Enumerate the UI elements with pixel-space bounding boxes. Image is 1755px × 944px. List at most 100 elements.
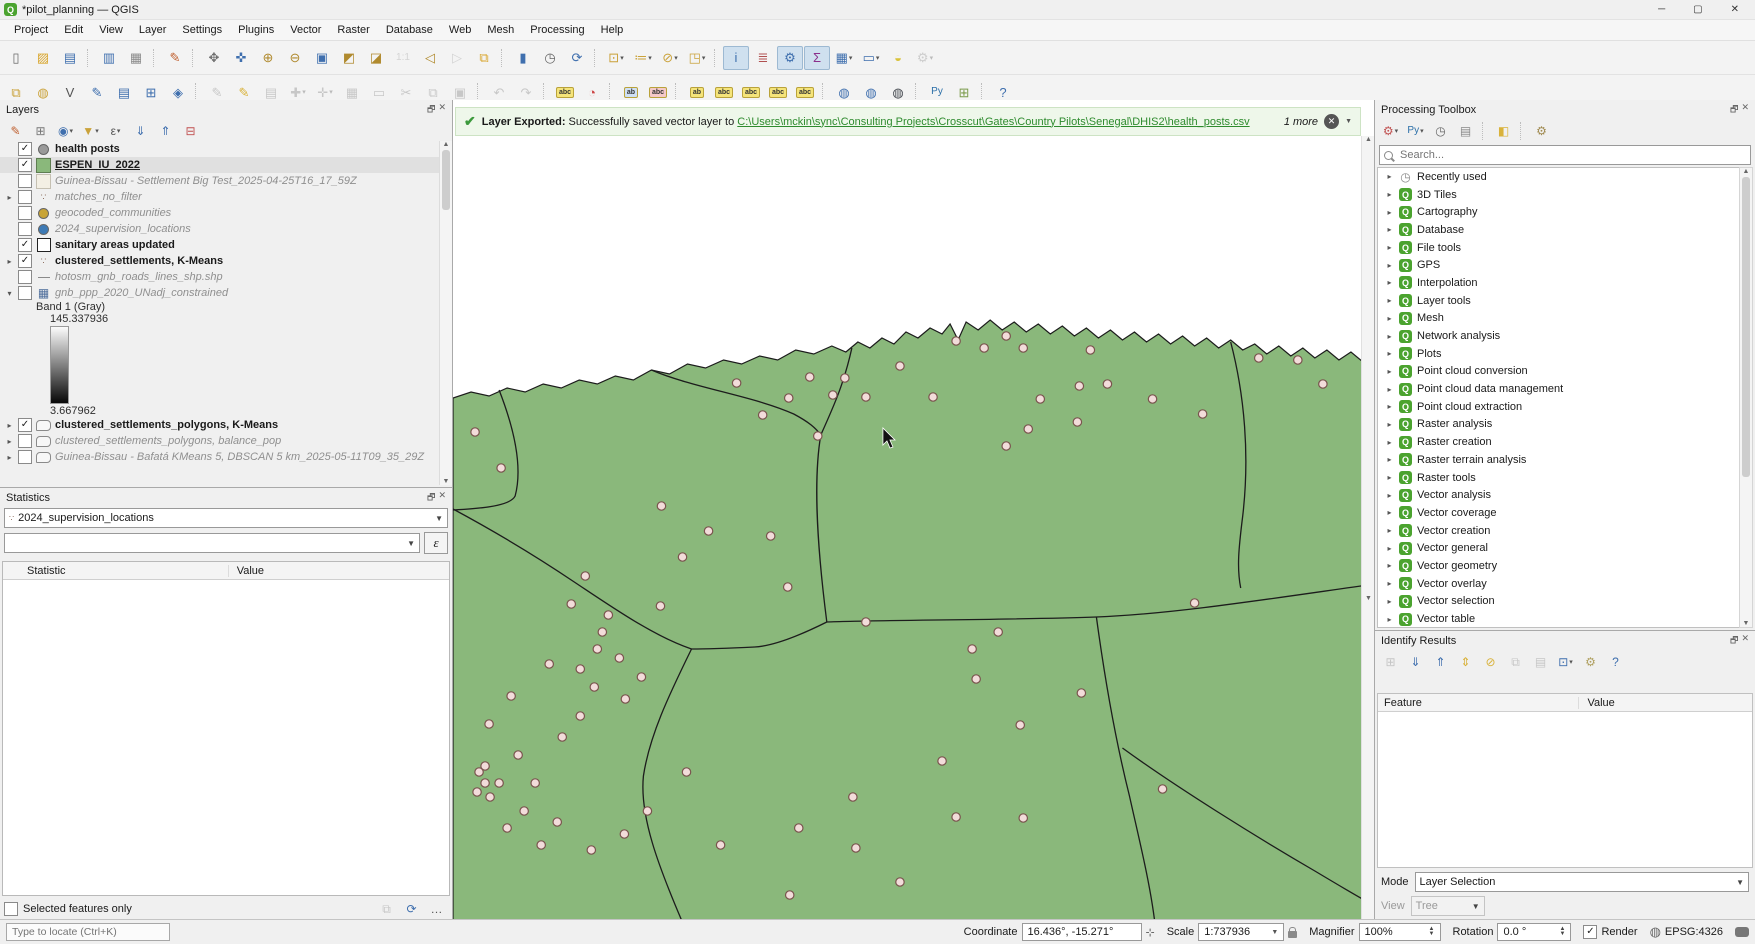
scroll-down-icon[interactable]: ▼ <box>1365 595 1372 602</box>
map-point[interactable] <box>614 653 625 663</box>
map-point[interactable] <box>937 756 947 766</box>
expand-arrow-icon[interactable]: ▸ <box>1385 544 1394 553</box>
map-point[interactable] <box>1018 813 1029 823</box>
layer-row[interactable]: Guinea-Bissau - Settlement Big Test_2025… <box>0 173 440 189</box>
remove-layer-button[interactable]: ⊟ <box>179 121 202 142</box>
processing-search[interactable] <box>1379 145 1751 165</box>
map-point[interactable] <box>928 392 938 402</box>
feature-column-header[interactable]: Feature <box>1378 696 1580 709</box>
expand-arrow-icon[interactable]: ▸ <box>1385 420 1394 429</box>
expand-arrow-icon[interactable]: ▸ <box>1385 367 1394 376</box>
map-point[interactable] <box>757 410 768 420</box>
layer-visibility-checkbox[interactable]: ✓ <box>18 142 32 156</box>
map-point[interactable] <box>840 373 850 383</box>
layer-visibility-checkbox[interactable] <box>18 286 32 300</box>
map-point[interactable] <box>1035 394 1046 404</box>
collapse-all-button[interactable]: ⇑ <box>154 121 177 142</box>
epsg-label[interactable]: EPSG:4326 <box>1665 926 1723 938</box>
map-point[interactable] <box>681 767 692 777</box>
map-point[interactable] <box>1157 784 1168 794</box>
message-dropdown-icon[interactable]: ▼ <box>1345 118 1352 125</box>
measure-button[interactable]: ▭ ▾ <box>858 46 884 70</box>
map-point[interactable] <box>655 601 666 611</box>
map-point[interactable] <box>1023 424 1034 434</box>
float-panel-icon[interactable]: 🗗 <box>427 490 435 506</box>
toolbox-category-vector-table[interactable]: ▸ Q Vector table <box>1378 610 1740 627</box>
layer-row[interactable]: ▾ ▦ gnb_ppp_2020_UNadj_constrained <box>0 285 440 301</box>
actions-button[interactable]: ⚙ ▾ <box>912 46 938 70</box>
expand-arrow-icon[interactable]: ▸ <box>1385 491 1394 500</box>
maximize-button[interactable]: ▢ <box>1693 4 1702 15</box>
layer-row[interactable]: geocoded_communities <box>0 205 440 221</box>
expand-arrow-icon[interactable]: ▸ <box>1385 208 1394 217</box>
processing-search-input[interactable] <box>1398 148 1746 162</box>
map-point[interactable] <box>1018 343 1029 353</box>
map-point[interactable] <box>731 378 742 388</box>
close-panel-icon[interactable]: ✕ <box>438 102 446 118</box>
map-point[interactable] <box>1318 379 1328 389</box>
expand-arrow-icon[interactable]: ▸ <box>1385 473 1394 482</box>
filter-legend-button-dropdown[interactable]: ▾ <box>95 127 99 135</box>
pan-map-button[interactable]: ✥ <box>201 46 227 70</box>
zoom-native-button[interactable]: 1:1 <box>390 46 416 70</box>
selected-features-only-checkbox[interactable] <box>4 902 18 916</box>
toolbox-category-interpolation[interactable]: ▸ Q Interpolation <box>1378 274 1740 292</box>
select-by-location-button-dropdown[interactable]: ▾ <box>702 54 706 62</box>
map-point[interactable] <box>619 829 630 839</box>
map-point[interactable] <box>544 659 555 669</box>
menu-vector[interactable]: Vector <box>282 22 329 38</box>
map-point[interactable] <box>484 719 494 729</box>
toolbox-category-cartography[interactable]: ▸ Q Cartography <box>1378 203 1740 221</box>
menu-raster[interactable]: Raster <box>329 22 377 38</box>
toolbox-category-raster-analysis[interactable]: ▸ Q Raster analysis <box>1378 416 1740 434</box>
close-panel-icon[interactable]: ✕ <box>1741 102 1749 118</box>
add-group-button[interactable]: ⊞ <box>29 121 52 142</box>
toolbox-category-vector-selection[interactable]: ▸ Q Vector selection <box>1378 593 1740 611</box>
zoom-full-extent-button[interactable]: ▣ <box>309 46 335 70</box>
toggle-extents-icon[interactable]: ⊹ <box>1146 926 1155 939</box>
map-point[interactable] <box>530 778 540 788</box>
print-response-button[interactable]: ▤ <box>1529 652 1552 673</box>
value-column-header[interactable]: Value <box>1579 697 1614 709</box>
map-point[interactable] <box>575 711 586 721</box>
toolbox-category-raster-tools[interactable]: ▸ Q Raster tools <box>1378 469 1740 487</box>
map-point[interactable] <box>552 817 563 827</box>
zoom-last-button[interactable]: ◁ <box>417 46 443 70</box>
temporal-controller-button[interactable]: ◷ <box>537 46 563 70</box>
layer-visibility-checkbox[interactable] <box>18 450 32 464</box>
expand-arrow-icon[interactable]: ▸ <box>1385 172 1394 181</box>
new-project-button[interactable]: ▯ <box>3 46 29 70</box>
map-point[interactable] <box>620 694 631 704</box>
float-panel-icon[interactable]: 🗗 <box>427 102 435 118</box>
zoom-next-button[interactable]: ▷ <box>444 46 470 70</box>
map-point[interactable] <box>765 531 776 541</box>
model-designer-button-dropdown[interactable]: ▾ <box>1395 127 1399 135</box>
expand-arrow-icon[interactable]: ▸ <box>1385 225 1394 234</box>
expand-arrow-icon[interactable]: ▸ <box>1385 385 1394 394</box>
expand-arrow-icon[interactable]: ▸ <box>1385 526 1394 535</box>
toolbox-category-raster-creation[interactable]: ▸ Q Raster creation <box>1378 433 1740 451</box>
map-point[interactable] <box>861 617 871 627</box>
map-point[interactable] <box>597 627 608 637</box>
filter-by-expression-button-dropdown[interactable]: ▾ <box>117 127 121 135</box>
toolbox-category-raster-terrain-analysis[interactable]: ▸ Q Raster terrain analysis <box>1378 451 1740 469</box>
toolbox-category-point-cloud-extraction[interactable]: ▸ Q Point cloud extraction <box>1378 398 1740 416</box>
layer-visibility-checkbox[interactable] <box>18 270 32 284</box>
map-point[interactable] <box>480 761 490 771</box>
layer-visibility-checkbox[interactable]: ✓ <box>18 238 32 252</box>
map-point[interactable] <box>519 806 529 816</box>
value-column-header[interactable]: Value <box>229 565 264 577</box>
layer-row[interactable]: ▸ clustered_settlements_polygons, balance… <box>0 433 440 449</box>
map-point[interactable] <box>812 431 823 441</box>
field-calculator-button[interactable]: ≣ <box>750 46 776 70</box>
digitize-button-dropdown[interactable]: ▾ <box>302 88 306 96</box>
map-point[interactable] <box>848 792 858 802</box>
map-point[interactable] <box>1189 598 1200 608</box>
new-map-view-button[interactable]: ⧉ <box>471 46 497 70</box>
copy-statistics-button[interactable]: ⧉ <box>375 899 398 920</box>
refresh-map-button[interactable]: ⟳ <box>564 46 590 70</box>
map-point[interactable] <box>580 571 591 581</box>
map-point[interactable] <box>636 672 647 682</box>
scroll-down-icon[interactable]: ▼ <box>1743 620 1750 627</box>
attribute-table-button-dropdown[interactable]: ▾ <box>849 54 853 62</box>
